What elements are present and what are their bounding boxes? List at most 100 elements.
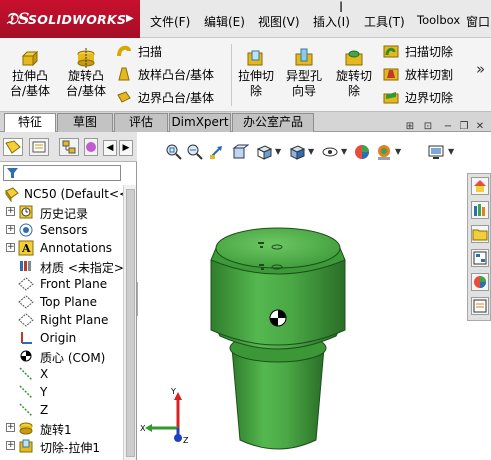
feature-tree-scrollbar[interactable] [123,185,136,460]
feature-manager-panel: ◀ ▶ NC50 (Default<< + 历史记录 + Sensors + A Annot… [0,132,137,460]
solidworks-resources-icon[interactable] [471,177,489,195]
hole-wizard-button[interactable]: 异型孔向导 [283,48,325,99]
revolve-cut-button[interactable]: 旋转切除 [333,48,375,99]
sweep-cut-icon [383,43,399,59]
tree-item-material[interactable]: 材质 <未指定> [0,257,123,275]
menu-file[interactable]: 文件(F) [150,13,190,30]
expand-icon[interactable]: + [6,423,15,432]
revolve-boss-button[interactable]: 旋转凸台/基体 [62,48,110,99]
minimize-icon[interactable]: − [441,121,455,134]
solidworks-logo[interactable]: 𝔇S SOLIDWORKS ▶ [0,0,140,38]
menu-tools[interactable]: 工具(T) [364,13,405,30]
material-icon [18,258,34,274]
property-manager-tab-icon[interactable] [29,138,49,156]
tree-item-axis[interactable]: Y [0,383,123,401]
loft-cut-label: 放样切割 [405,68,454,82]
tree-item-plane[interactable]: Front Plane [0,275,123,293]
close-icon[interactable]: ✕ [473,121,487,134]
part-icon [4,186,20,203]
axis-icon [18,402,34,418]
split-view-icon[interactable]: ⊞ [403,121,417,134]
file-explorer-icon[interactable] [471,225,489,243]
panel-tab-next-icon[interactable]: ▶ [119,140,133,156]
command-separator [231,44,232,106]
tree-item-label: Y [40,385,48,399]
boundary-cut-button[interactable]: 边界切除 [383,88,473,106]
tree-item-axis[interactable]: X [0,365,123,383]
tree-item-label: Origin [40,331,77,345]
tree-item-origin[interactable]: Origin [0,329,123,347]
tree-item-label: 材质 <未指定> [40,261,123,275]
tab-dimxpert[interactable]: DimXpert [169,113,231,132]
boundary-boss-icon [116,89,132,105]
sweep-button[interactable]: 扫描 [116,42,216,60]
feature-tree-filter[interactable] [3,165,121,181]
boundary-boss-button[interactable]: 边界凸台/基体 [116,88,226,106]
tree-item-label: Sensors [40,223,88,237]
extrude-boss-label: 拉伸凸台/基体 [9,69,51,98]
tree-item-history[interactable]: + 历史记录 [0,203,123,221]
extrude-cut-button[interactable]: 拉伸切除 [235,48,277,99]
triad-x-label: X [140,424,146,433]
tree-item-center-of-mass[interactable]: 质心 (COM) [0,347,123,365]
custom-properties-icon[interactable] [471,297,489,315]
command-manager: 拉伸凸台/基体 旋转凸台/基体 扫描 放样凸台/基体 边界凸台/基体 拉伸切除 … [0,38,491,112]
revolve-cut-label: 旋转切除 [335,69,372,98]
tree-root-part[interactable]: NC50 (Default<< [0,185,123,203]
filter-icon [7,168,18,179]
collapse-view-icon[interactable]: ⊡ [421,121,435,134]
expand-icon[interactable]: + [6,441,15,450]
menu-view[interactable]: 视图(V) [258,13,300,30]
tree-item-sensor[interactable]: + Sensors [0,221,123,239]
menu-insert[interactable]: 插入(I) [313,13,350,30]
tab-features[interactable]: 特征 [4,113,56,133]
command-more-chevron-icon[interactable]: » [476,60,485,78]
sweep-icon [116,43,132,59]
loft-cut-button[interactable]: 放样切割 [383,65,473,83]
triad-z-dot [174,434,182,442]
menu-window[interactable]: 窗口 [466,13,490,30]
axis-icon [18,384,34,400]
tab-office-products[interactable]: 办公室产品 [232,113,314,132]
sweep-cut-button[interactable]: 扫描切除 [383,42,473,60]
extrude-cut-label: 拉伸切除 [237,69,274,98]
tree-item-label: 历史记录 [40,207,89,221]
top-cap [215,227,341,269]
annotation-icon: A [18,240,34,256]
expand-icon[interactable]: + [6,243,15,252]
tab-sketch[interactable]: 草图 [57,113,113,132]
appearance-tab-icon[interactable] [84,138,98,156]
history-icon [18,204,34,220]
feature-tree: NC50 (Default<< + 历史记录 + Sensors + A Annotatio… [0,185,123,460]
design-library-icon[interactable] [471,201,489,219]
appearances-scenes-icon[interactable] [471,273,489,291]
logo-flyout-arrow-icon[interactable]: ▶ [126,13,134,24]
tree-item-axis[interactable]: Z [0,401,123,419]
expand-icon[interactable]: + [6,225,15,234]
tab-evaluate[interactable]: 评估 [114,113,168,132]
tree-item-plane[interactable]: Right Plane [0,311,123,329]
boundary-cut-icon [383,89,399,105]
restore-icon[interactable]: ❐ [457,121,471,134]
plane-icon [18,312,34,328]
feature-manager-tab-icon[interactable] [3,138,23,156]
menu-edit[interactable]: 编辑(E) [204,13,245,30]
view-palette-icon[interactable] [471,249,489,267]
hole-wizard-label: 异型孔向导 [285,69,322,98]
panel-tab-prev-icon[interactable]: ◀ [103,140,117,156]
tree-item-label: X [40,367,49,381]
tree-item-annotation[interactable]: + A Annotations [0,239,123,257]
axis-icon [18,366,34,382]
tree-item-plane[interactable]: Top Plane [0,293,123,311]
loft-boss-button[interactable]: 放样凸台/基体 [116,65,226,83]
configuration-manager-tab-icon[interactable] [59,138,79,156]
extrude-boss-button[interactable]: 拉伸凸台/基体 [6,48,54,99]
menu-toolbox[interactable]: Toolbox [417,13,460,27]
tree-item-revolve[interactable]: + 旋转1 [0,419,123,437]
scrollbar-thumb[interactable] [126,189,135,457]
revolve-icon [18,420,34,436]
svg-text:A: A [21,242,31,255]
expand-icon[interactable]: + [6,207,15,216]
tree-item-cut-extrude[interactable]: + 切除-拉伸1 [0,437,123,455]
plane-icon [18,276,34,292]
